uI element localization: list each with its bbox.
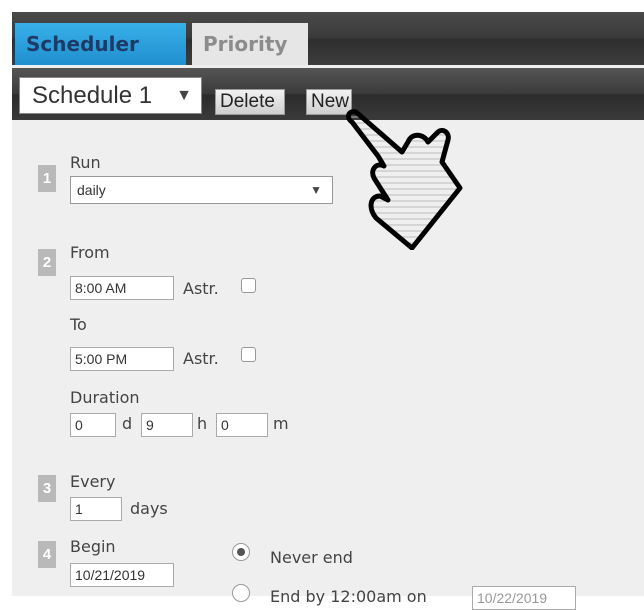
step-number-4: 4	[38, 541, 56, 568]
to-astr-label: Astr.	[183, 349, 219, 368]
every-input[interactable]: 1	[70, 497, 122, 521]
step-number-1: 1	[38, 165, 56, 192]
from-label: From	[70, 243, 110, 262]
delete-button[interactable]: Delete	[215, 89, 285, 115]
chevron-down-icon: ▼	[176, 87, 192, 104]
to-time-input[interactable]: 5:00 PM	[70, 347, 174, 371]
end-by-radio[interactable]	[232, 584, 250, 602]
tab-scheduler[interactable]: Scheduler	[15, 23, 186, 65]
duration-minutes-input[interactable]: 0	[216, 413, 268, 437]
never-end-label: Never end	[270, 548, 353, 567]
to-astr-checkbox[interactable]	[241, 347, 256, 362]
chevron-down-icon: ▼	[310, 183, 322, 197]
begin-label: Begin	[70, 537, 116, 556]
every-unit: days	[130, 499, 168, 518]
duration-label: Duration	[70, 388, 140, 407]
hand-pointer-icon	[346, 109, 463, 250]
to-label: To	[70, 315, 87, 334]
step-number-3: 3	[38, 475, 56, 502]
duration-hours-unit: h	[197, 414, 208, 433]
run-select-value: daily	[77, 182, 106, 198]
from-time-input[interactable]: 8:00 AM	[70, 276, 174, 300]
step-number-2: 2	[38, 249, 56, 276]
tab-priority[interactable]: Priority	[192, 23, 308, 65]
from-astr-label: Astr.	[183, 279, 219, 298]
end-by-label: End by 12:00am on	[270, 587, 427, 606]
duration-minutes-unit: m	[273, 414, 289, 433]
duration-days-input[interactable]: 0	[70, 413, 116, 437]
every-label: Every	[70, 472, 116, 491]
duration-hours-input[interactable]: 9	[141, 413, 193, 437]
never-end-radio[interactable]	[232, 543, 250, 561]
run-select[interactable]: daily ▼	[70, 176, 333, 204]
schedule-select-value: Schedule 1	[32, 82, 153, 109]
begin-date-input[interactable]: 10/21/2019	[70, 563, 174, 587]
tab-bar: Scheduler Priority	[12, 12, 644, 65]
from-astr-checkbox[interactable]	[241, 278, 256, 293]
radio-selected-dot	[237, 548, 245, 556]
duration-days-unit: d	[122, 414, 133, 433]
schedule-select[interactable]: Schedule 1 ▼	[19, 77, 202, 114]
run-label: Run	[70, 153, 101, 172]
end-by-date-input[interactable]: 10/22/2019	[472, 586, 576, 610]
